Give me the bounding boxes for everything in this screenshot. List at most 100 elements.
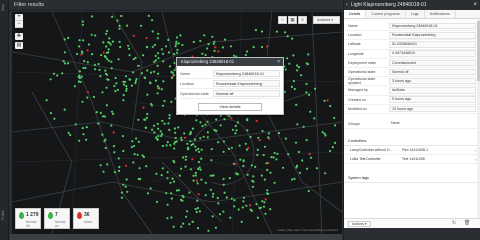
light-marker[interactable] <box>94 34 97 37</box>
light-marker[interactable] <box>212 192 215 195</box>
light-marker[interactable] <box>100 54 103 57</box>
light-marker[interactable] <box>269 171 272 174</box>
light-marker[interactable] <box>223 118 226 121</box>
light-marker[interactable] <box>333 116 336 120</box>
light-marker[interactable] <box>170 100 173 103</box>
light-marker[interactable] <box>161 132 164 136</box>
light-marker[interactable] <box>81 20 84 23</box>
light-marker[interactable] <box>286 35 289 38</box>
light-marker[interactable] <box>105 51 108 54</box>
light-marker[interactable] <box>154 54 157 58</box>
light-marker[interactable] <box>85 126 88 129</box>
light-marker[interactable] <box>121 135 124 138</box>
light-marker[interactable] <box>219 114 222 117</box>
light-marker[interactable] <box>103 115 106 118</box>
light-marker[interactable] <box>128 78 131 81</box>
light-marker[interactable] <box>179 34 182 37</box>
light-marker[interactable] <box>160 48 163 51</box>
light-marker[interactable] <box>156 52 160 55</box>
light-marker[interactable] <box>143 76 146 79</box>
light-marker[interactable] <box>206 136 209 139</box>
light-marker[interactable] <box>173 147 176 150</box>
light-marker[interactable] <box>177 189 180 192</box>
light-marker[interactable] <box>142 106 145 109</box>
light-marker[interactable] <box>229 216 232 219</box>
light-marker[interactable] <box>154 79 158 82</box>
light-marker[interactable] <box>137 64 140 67</box>
light-marker[interactable] <box>267 132 270 135</box>
light-marker[interactable] <box>156 122 159 125</box>
light-marker[interactable] <box>160 134 163 138</box>
light-marker[interactable] <box>305 62 308 65</box>
light-marker[interactable] <box>188 223 191 226</box>
light-marker[interactable] <box>170 192 173 195</box>
tab-details[interactable]: Details <box>344 10 367 18</box>
light-marker[interactable] <box>155 172 158 175</box>
light-marker[interactable] <box>163 99 166 103</box>
light-marker[interactable] <box>105 86 108 89</box>
light-marker[interactable] <box>217 202 220 205</box>
light-marker[interactable] <box>207 43 210 46</box>
light-marker[interactable] <box>230 146 233 149</box>
light-marker[interactable] <box>219 124 222 127</box>
light-marker[interactable] <box>165 144 168 147</box>
light-marker[interactable] <box>111 15 114 18</box>
light-marker[interactable] <box>153 43 156 46</box>
light-marker[interactable] <box>78 139 81 142</box>
field-value[interactable]: Normal off <box>389 68 476 76</box>
light-marker[interactable] <box>297 150 300 154</box>
light-marker[interactable] <box>210 159 213 162</box>
light-marker[interactable] <box>151 128 154 131</box>
light-marker[interactable] <box>209 174 212 177</box>
light-marker[interactable] <box>153 124 156 127</box>
light-marker[interactable] <box>145 116 148 119</box>
close-icon[interactable]: × <box>473 0 477 10</box>
light-marker[interactable] <box>175 40 178 43</box>
light-marker[interactable] <box>105 45 108 48</box>
light-marker[interactable] <box>125 178 128 181</box>
light-marker[interactable] <box>69 133 72 137</box>
light-marker[interactable] <box>160 174 163 177</box>
light-marker[interactable] <box>184 155 188 158</box>
light-marker[interactable] <box>298 171 301 174</box>
light-marker[interactable] <box>181 43 184 47</box>
light-marker[interactable] <box>295 64 299 67</box>
controller-row[interactable]: LampController without G... Flex 1441100… <box>344 146 480 156</box>
light-marker[interactable] <box>137 177 140 181</box>
light-marker[interactable] <box>215 129 218 132</box>
light-marker[interactable] <box>180 167 183 170</box>
light-marker[interactable] <box>165 192 168 195</box>
light-marker[interactable] <box>199 168 202 171</box>
light-marker[interactable] <box>155 200 159 203</box>
field-value[interactable]: Klaprozenberg 24846018-01 <box>389 22 476 30</box>
light-marker[interactable] <box>197 167 200 171</box>
light-marker[interactable] <box>124 75 128 78</box>
map-attribution[interactable]: Leaflet | Map data © OpenStreetMap contr… <box>277 228 338 232</box>
light-marker[interactable] <box>80 75 83 78</box>
light-marker[interactable] <box>86 61 89 64</box>
light-marker[interactable] <box>104 146 107 150</box>
light-marker[interactable] <box>56 74 59 77</box>
light-marker[interactable] <box>135 137 138 140</box>
light-marker[interactable] <box>84 66 87 70</box>
light-marker[interactable] <box>182 196 185 199</box>
light-marker[interactable] <box>182 222 185 225</box>
light-marker[interactable] <box>266 45 269 48</box>
light-marker[interactable] <box>140 24 143 27</box>
list-view-button[interactable]: ≡ <box>298 16 307 24</box>
light-marker[interactable] <box>196 227 200 230</box>
light-marker[interactable] <box>118 24 121 27</box>
light-marker[interactable] <box>118 165 121 169</box>
light-marker[interactable] <box>151 19 154 22</box>
light-marker[interactable] <box>124 185 127 188</box>
light-marker[interactable] <box>206 131 209 134</box>
light-marker[interactable] <box>141 54 145 57</box>
light-marker[interactable] <box>214 226 217 229</box>
light-marker[interactable] <box>222 177 225 181</box>
light-marker[interactable] <box>197 160 200 164</box>
light-marker[interactable] <box>78 39 81 42</box>
light-marker[interactable] <box>182 156 185 159</box>
light-marker[interactable] <box>222 140 225 143</box>
light-marker[interactable] <box>199 137 202 140</box>
light-marker[interactable] <box>105 104 108 107</box>
